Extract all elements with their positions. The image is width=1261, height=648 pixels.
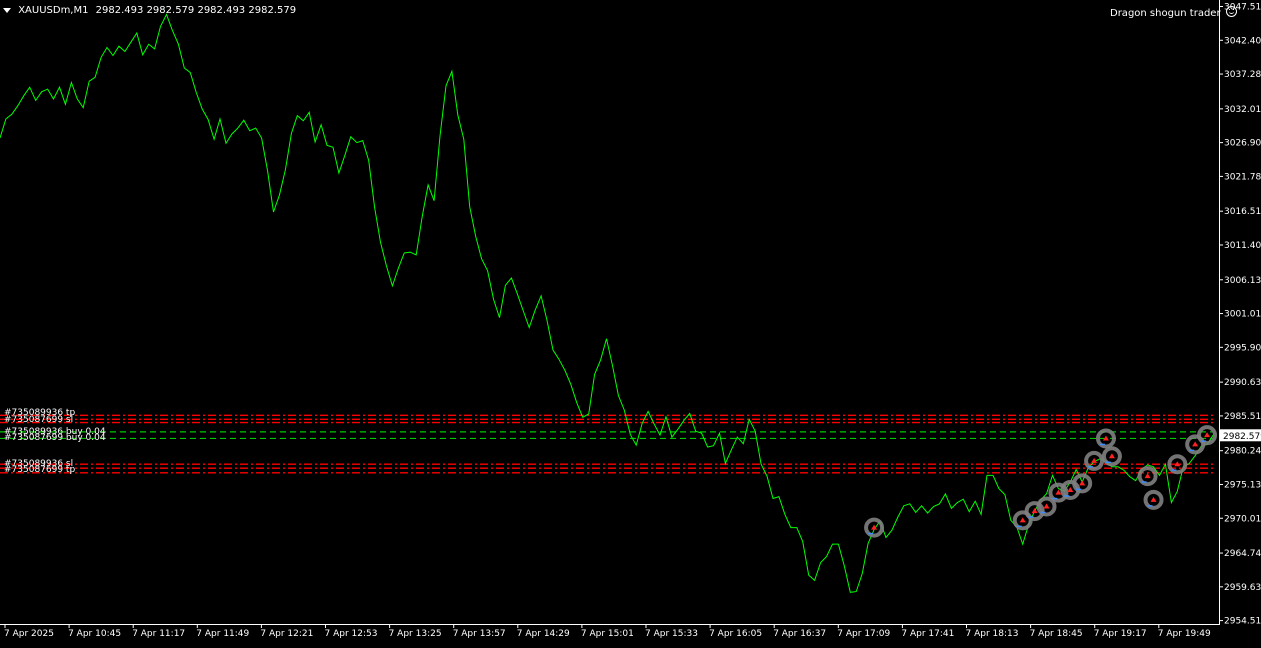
current-price-label: 2982.579: [1223, 432, 1261, 442]
price-tick-label: 2959.630: [1224, 583, 1261, 593]
price-tick-label: 2995.900: [1224, 343, 1261, 353]
time-tick-label: 7 Apr 10:45: [68, 629, 121, 639]
time-tick-label: 7 Apr 17:09: [837, 629, 890, 639]
time-tick-label: 7 Apr 11:49: [196, 629, 249, 639]
order-label-sl-upper[interactable]: #735087699 sl: [4, 415, 73, 425]
price-tick-label: 3021.785: [1224, 172, 1261, 182]
chart-window[interactable]: 3047.5153042.4003037.2853032.0153026.900…: [0, 0, 1261, 644]
time-tick-label: 7 Apr 14:29: [517, 629, 570, 639]
time-tick-label: 7 Apr 12:21: [260, 629, 313, 639]
price-tick-label: 3001.015: [1224, 310, 1261, 320]
time-tick-label: 7 Apr 19:17: [1094, 629, 1147, 639]
expert-name: Dragon shogun trader: [1110, 8, 1221, 19]
time-tick-label: 7 Apr 18:13: [966, 629, 1019, 639]
price-tick-label: 2990.630: [1224, 378, 1261, 388]
time-tick-label: 7 Apr 15:33: [645, 629, 698, 639]
symbol-timeframe-label: XAUUSDm,M1: [18, 5, 89, 16]
order-label-buy-2[interactable]: #735087699 buy 0.04: [4, 433, 106, 443]
ohlc-values: 2982.493 2982.579 2982.493 2982.579: [95, 5, 297, 16]
price-chart[interactable]: 3047.5153042.4003037.2853032.0153026.900…: [0, 0, 1261, 644]
price-tick-label: 2954.515: [1224, 617, 1261, 627]
order-label-tp-lower[interactable]: #735087699 tp: [4, 465, 75, 475]
expert-advisor-label[interactable]: Dragon shogun trader: [1110, 6, 1237, 19]
price-tick-label: 3037.285: [1224, 70, 1261, 80]
time-tick-label: 7 Apr 18:45: [1030, 629, 1083, 639]
time-tick-label: 7 Apr 17:41: [901, 629, 954, 639]
price-tick-label: 3011.400: [1224, 241, 1261, 251]
price-tick-label: 3026.900: [1224, 139, 1261, 149]
chart-header: XAUUSDm,M1 2982.493 2982.579 2982.493 29…: [3, 5, 296, 16]
price-tick-label: 3032.015: [1224, 105, 1261, 115]
time-tick-label: 7 Apr 19:49: [1158, 629, 1211, 639]
time-tick-label: 7 Apr 2025: [4, 629, 54, 639]
price-tick-label: 3006.130: [1224, 276, 1261, 286]
triangle-down-icon[interactable]: [3, 7, 11, 13]
time-tick-label: 7 Apr 11:17: [132, 629, 185, 639]
time-tick-label: 7 Apr 13:25: [389, 629, 442, 639]
time-tick-label: 7 Apr 12:53: [325, 629, 378, 639]
price-tick-label: 3042.400: [1224, 36, 1261, 46]
price-tick-label: 2970.015: [1224, 514, 1261, 524]
time-tick-label: 7 Apr 16:05: [709, 629, 762, 639]
time-tick-label: 7 Apr 16:37: [773, 629, 826, 639]
price-tick-label: 2975.130: [1224, 480, 1261, 490]
smiley-icon: [1225, 6, 1237, 17]
price-tick-label: 2964.745: [1224, 549, 1261, 559]
price-tick-label: 2985.515: [1224, 412, 1261, 422]
time-tick-label: 7 Apr 13:57: [453, 629, 506, 639]
price-tick-label: 2980.245: [1224, 447, 1261, 457]
chart-background: [0, 0, 1261, 644]
price-tick-label: 3016.515: [1224, 207, 1261, 217]
time-tick-label: 7 Apr 15:01: [581, 629, 634, 639]
